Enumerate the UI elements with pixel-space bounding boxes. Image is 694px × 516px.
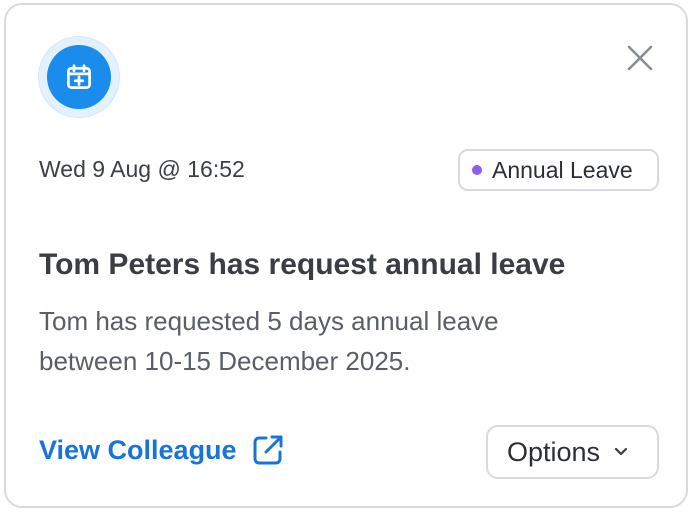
chevron-down-icon [614,447,628,456]
leave-type-badge: Annual Leave [458,149,659,191]
notification-body: Tom has requested 5 days annual leave be… [39,306,499,376]
external-link-icon [253,435,283,465]
close-button[interactable] [622,40,658,76]
view-colleague-label: View Colleague [39,434,237,465]
leave-request-card: Wed 9 Aug @ 16:52 Annual Leave Tom Peter… [4,3,688,508]
calendar-plus-icon [67,64,91,89]
notification-title: Tom Peters has request annual leave [39,248,566,281]
view-colleague-link[interactable]: View Colleague [39,433,285,467]
close-icon [627,45,653,71]
calendar-icon-circle [47,45,111,109]
options-button[interactable]: Options [486,425,659,479]
badge-status-dot [472,165,482,175]
options-label: Options [507,436,601,467]
calendar-icon-badge [38,36,120,118]
badge-label: Annual Leave [492,156,633,183]
notification-timestamp: Wed 9 Aug @ 16:52 [39,156,245,182]
